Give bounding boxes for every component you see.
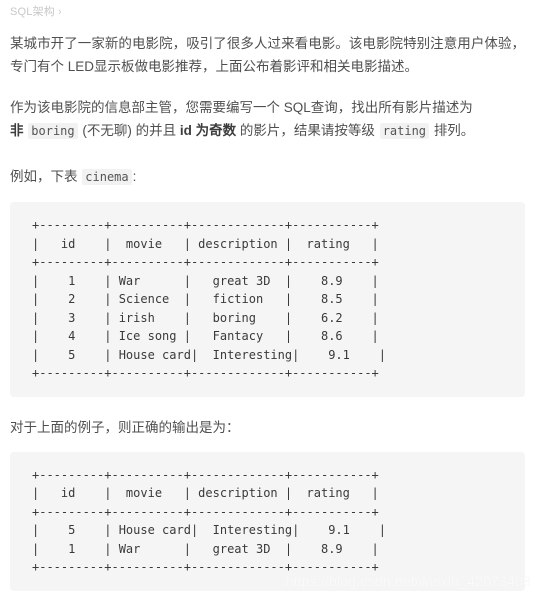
article-page: SQL架构 › 某城市开了一家新的电影院，吸引了很多人过来看电影。该电影院特别注意… — [0, 0, 535, 598]
task-bold-id-odd: id 为奇数 — [179, 123, 237, 138]
breadcrumb[interactable]: SQL架构 › — [0, 0, 535, 22]
paragraph-example-label: 例如，下表 cinema: — [10, 165, 525, 189]
chevron-right-icon: › — [58, 6, 62, 18]
code-block-input-table: +---------+----------+-------------+----… — [10, 202, 525, 397]
example-text-part2: : — [132, 169, 137, 184]
paragraph-output-label: 对于上面的例子，则正确的输出是为： — [10, 416, 525, 439]
task-text-part1: 作为该电影院的信息部主管，您需要编写一个 SQL查询，找出所有影片描述为 — [10, 100, 473, 115]
task-text-part4: 排列。 — [433, 123, 475, 138]
paragraph-intro-text: 某城市开了一家新的电影院，吸引了很多人过来看电影。该电影院特别注意用户体验，专门… — [10, 36, 525, 74]
inline-code-boring: boring — [28, 123, 78, 139]
paragraph-intro: 某城市开了一家新的电影院，吸引了很多人过来看电影。该电影院特别注意用户体验，专门… — [10, 32, 525, 78]
task-bold-fei: 非 — [10, 123, 24, 138]
article-content: 某城市开了一家新的电影院，吸引了很多人过来看电影。该电影院特别注意用户体验，专门… — [0, 32, 535, 591]
inline-code-rating: rating — [379, 123, 430, 139]
inline-code-cinema: cinema — [82, 169, 132, 185]
code-block-output-table: +---------+----------+-------------+----… — [10, 451, 525, 591]
output-label-text: 对于上面的例子，则正确的输出是为： — [10, 419, 240, 435]
paragraph-task: 作为该电影院的信息部主管，您需要编写一个 SQL查询，找出所有影片描述为非 bo… — [10, 96, 525, 143]
task-text-part2: (不无聊) 的并且 — [82, 123, 177, 138]
example-text-part1: 例如，下表 — [10, 169, 78, 184]
breadcrumb-item-sql-schema[interactable]: SQL架构 — [10, 6, 55, 18]
task-text-part3: 的影片，结果请按等级 — [239, 123, 375, 138]
